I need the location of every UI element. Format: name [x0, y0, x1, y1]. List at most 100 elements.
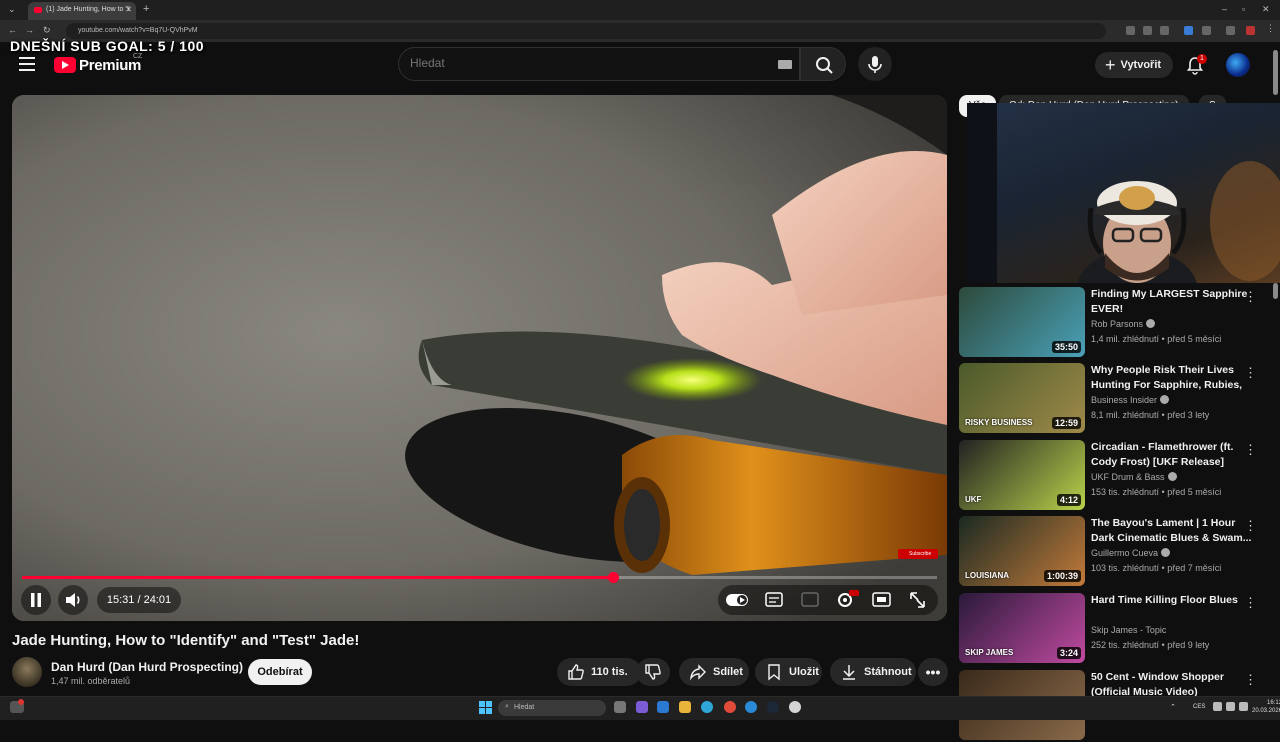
recommendation-thumbnail[interactable]: LOUISIANA 1:00:39 [959, 516, 1085, 586]
subscribe-button[interactable]: Odebírat [248, 659, 312, 685]
window-close-icon[interactable]: ✕ [1262, 4, 1270, 15]
recommendation-item[interactable]: 35:50 Finding My LARGEST Sapphire EVER! Ro… [959, 287, 1279, 359]
recommendation-item[interactable]: UKF 4:12 Circadian - Flamethrower (ft. Cod… [959, 440, 1279, 512]
network-icon[interactable] [1213, 702, 1222, 711]
back-icon[interactable]: ← [8, 25, 17, 35]
task-view-icon[interactable] [614, 701, 626, 713]
hamburger-menu-icon[interactable] [19, 57, 35, 71]
video-duration: 3:24 [1056, 647, 1081, 659]
extensions-puzzle-icon[interactable] [1202, 26, 1211, 35]
app-icon-3[interactable] [789, 701, 801, 713]
more-actions-button[interactable]: ••• [918, 658, 948, 686]
recommendation-channel[interactable]: Skip James - Topic [1091, 625, 1166, 635]
keyboard-icon[interactable] [778, 60, 792, 69]
more-options-icon[interactable]: ⋮ [1244, 442, 1257, 458]
more-options-icon[interactable]: ⋮ [1244, 518, 1257, 534]
recommendation-thumbnail[interactable]: 35:50 [959, 287, 1085, 357]
progress-bar[interactable] [22, 572, 937, 583]
maximize-icon[interactable]: ▫ [1242, 4, 1245, 14]
verified-check-icon [1146, 319, 1156, 328]
browser-menu-icon[interactable]: ⋮ [1266, 23, 1275, 33]
taskbar-clock[interactable]: 16:12 20.03.2026 [1252, 699, 1280, 715]
recommendation-title[interactable]: The Bayou's Lament | 1 Hour Dark Cinemat… [1091, 516, 1253, 546]
reload-icon[interactable]: ↻ [43, 25, 51, 36]
bookmark-star-icon[interactable] [1160, 26, 1169, 35]
youtube-premium-logo[interactable]: Premium [54, 56, 141, 74]
close-tab-icon[interactable]: ✕ [125, 5, 132, 14]
search-button[interactable] [800, 47, 846, 81]
tab-list-icon[interactable]: ⌄ [8, 4, 16, 15]
volume-button[interactable] [58, 585, 88, 615]
plus-icon: + [1105, 54, 1116, 75]
app-icon-2[interactable] [745, 701, 757, 713]
new-tab-icon[interactable]: + [143, 3, 149, 15]
recommendation-item[interactable]: LOUISIANA 1:00:39 The Bayou's Lament | 1 H… [959, 516, 1279, 588]
voice-search-button[interactable] [858, 47, 892, 81]
recommendation-channel[interactable]: Business Insider [1091, 395, 1170, 405]
recommendation-title[interactable]: Why People Risk Their Lives Hunting For … [1091, 363, 1253, 393]
more-options-icon[interactable]: ⋮ [1244, 289, 1257, 305]
verified-check-icon [1160, 395, 1170, 404]
app-icon[interactable] [657, 701, 669, 713]
dislike-button[interactable] [636, 658, 670, 686]
profile-icon[interactable] [1246, 26, 1255, 35]
extension-icon[interactable] [1184, 26, 1193, 35]
cast-icon[interactable] [1126, 26, 1135, 35]
edge-icon[interactable] [701, 701, 713, 713]
recommendation-thumbnail[interactable]: RISKY BUSINESS 12:59 [959, 363, 1085, 433]
sidepanel-icon[interactable] [1226, 26, 1235, 35]
chrome-icon[interactable] [724, 701, 736, 713]
recommendation-channel[interactable]: UKF Drum & Bass [1091, 472, 1177, 482]
thumbs-down-icon [645, 664, 661, 680]
account-avatar[interactable] [1226, 53, 1250, 77]
steam-icon[interactable] [767, 701, 779, 713]
sidebar-scrollbar[interactable] [1273, 283, 1278, 299]
recommendation-title[interactable]: Circadian - Flamethrower (ft. Cody Frost… [1091, 440, 1253, 470]
battery-icon[interactable] [1239, 702, 1248, 711]
recommendation-thumbnail[interactable]: UKF 4:12 [959, 440, 1085, 510]
pause-icon [31, 593, 41, 607]
sub-goal-overlay: DNEŠNÍ SUB GOAL: 5 / 100 [10, 38, 205, 54]
volume-tray-icon[interactable] [1226, 702, 1235, 711]
more-options-icon[interactable]: ⋮ [1244, 365, 1257, 381]
create-button[interactable]: + Vytvořit [1095, 52, 1173, 78]
share-button[interactable]: Sdílet [679, 658, 749, 686]
copilot-icon[interactable] [636, 701, 648, 713]
more-options-icon[interactable]: ⋮ [1244, 595, 1257, 611]
channel-name[interactable]: Dan Hurd (Dan Hurd Prospecting) [51, 660, 243, 674]
forward-icon[interactable]: → [25, 25, 34, 35]
tray-chevron-icon[interactable]: ⌃ [1170, 703, 1176, 711]
subscribe-watermark[interactable]: Subscribe [898, 549, 938, 559]
save-button[interactable]: Uložit [755, 658, 822, 686]
channel-label: Rob Parsons [1091, 319, 1144, 329]
recommendation-thumbnail[interactable]: SKIP JAMES 3:24 [959, 593, 1085, 663]
channel-avatar[interactable] [12, 657, 42, 687]
like-button[interactable]: 110 tis. [557, 658, 641, 686]
zoom-icon[interactable] [1143, 26, 1152, 35]
clock-time: 16:12 [1267, 700, 1280, 706]
page-scrollbar[interactable] [1273, 50, 1278, 95]
recommendation-title[interactable]: Hard Time Killing Floor Blues [1091, 593, 1253, 608]
recommendation-title[interactable]: Finding My LARGEST Sapphire EVER! [1091, 287, 1253, 317]
taskbar-search[interactable]: Hledat [498, 700, 606, 716]
more-options-icon[interactable]: ⋮ [1244, 672, 1257, 688]
pause-button[interactable] [21, 585, 51, 615]
minimize-icon[interactable]: – [1222, 4, 1227, 14]
download-button[interactable]: Stáhnout [830, 658, 916, 686]
video-duration: 35:50 [1051, 341, 1081, 353]
scrubber-handle[interactable] [608, 572, 620, 583]
recommendation-channel[interactable]: Guillermo Cueva [1091, 548, 1171, 558]
recommendation-item[interactable]: RISKY BUSINESS 12:59 Why People Risk Their… [959, 363, 1279, 435]
share-label: Sdílet [713, 666, 743, 678]
url-field[interactable]: youtube.com/watch?v=Bq7U-QVhPvM [66, 23, 1106, 39]
video-player[interactable] [12, 95, 947, 621]
volume-icon [66, 593, 80, 607]
recommendation-item[interactable]: SKIP JAMES 3:24 Hard Time Killing Floor Bl… [959, 593, 1279, 665]
language-indicator[interactable]: CES [1193, 704, 1205, 710]
recommendation-channel[interactable]: Rob Parsons [1091, 319, 1156, 329]
windows-start-icon[interactable] [479, 701, 492, 714]
browser-tab[interactable]: (1) Jade Hunting, How to "I ✕ [28, 2, 136, 20]
channel-label: Business Insider [1091, 395, 1158, 405]
search-input[interactable] [410, 56, 750, 70]
file-explorer-icon[interactable] [679, 701, 691, 713]
